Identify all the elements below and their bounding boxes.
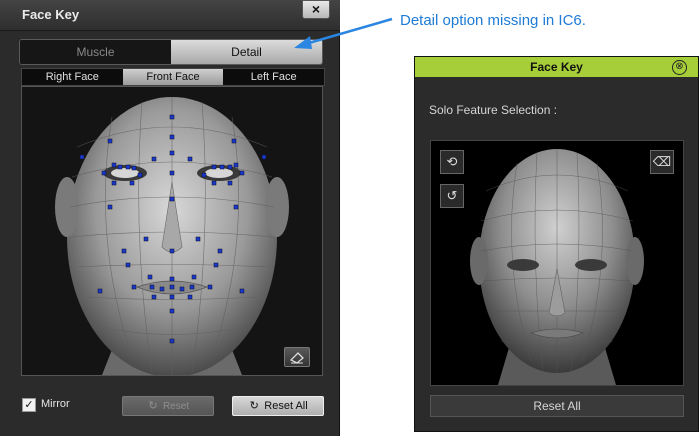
reset-label: Reset	[162, 401, 190, 412]
tab-muscle[interactable]: Muscle	[20, 40, 171, 64]
face-wireframe	[22, 87, 322, 377]
face-model	[431, 141, 683, 385]
rotate-icon[interactable]: ⟲	[440, 150, 464, 174]
annotation-arrow	[294, 17, 393, 49]
refresh-icon: ↻	[249, 400, 259, 412]
undo-icon[interactable]: ↺	[440, 184, 464, 208]
face-key-panel-right: Face Key ⊗ Solo Feature Selection : ⟲ ↺ …	[414, 56, 699, 432]
refresh-icon: ↻	[148, 400, 158, 412]
view-tabs: Right Face Front Face Left Face	[21, 68, 325, 86]
reset-all-button[interactable]: ↻ Reset All	[232, 396, 324, 416]
mirror-checkbox[interactable]: ✓	[22, 398, 36, 412]
panel-title: Face Key	[530, 60, 583, 74]
tab-front-face[interactable]: Front Face	[122, 69, 224, 85]
tab-left-face[interactable]: Left Face	[223, 69, 324, 85]
panel-title: Face Key	[22, 7, 80, 22]
mirror-label: Mirror	[41, 398, 70, 410]
solo-feature-label: Solo Feature Selection :	[429, 103, 558, 117]
face-key-panel-left: Face Key × Muscle Detail Right Face Fron…	[0, 0, 340, 436]
reset-all-label: Reset All	[264, 400, 308, 412]
eraser-icon[interactable]	[284, 347, 310, 367]
reset-all-button[interactable]: Reset All	[430, 395, 684, 417]
close-icon[interactable]: ⊗	[672, 60, 687, 75]
reset-button[interactable]: ↻ Reset	[122, 396, 214, 416]
face-viewport[interactable]	[21, 86, 323, 377]
panel-title-bar: Face Key ⊗	[415, 57, 698, 77]
eraser-icon[interactable]: ⌫	[650, 150, 674, 174]
tab-right-face[interactable]: Right Face	[22, 69, 123, 85]
annotation-text: Detail option missing in IC6.	[400, 12, 586, 29]
face-viewport[interactable]: ⟲ ↺ ⌫	[430, 140, 684, 386]
mode-toggle: Muscle Detail	[19, 39, 323, 65]
